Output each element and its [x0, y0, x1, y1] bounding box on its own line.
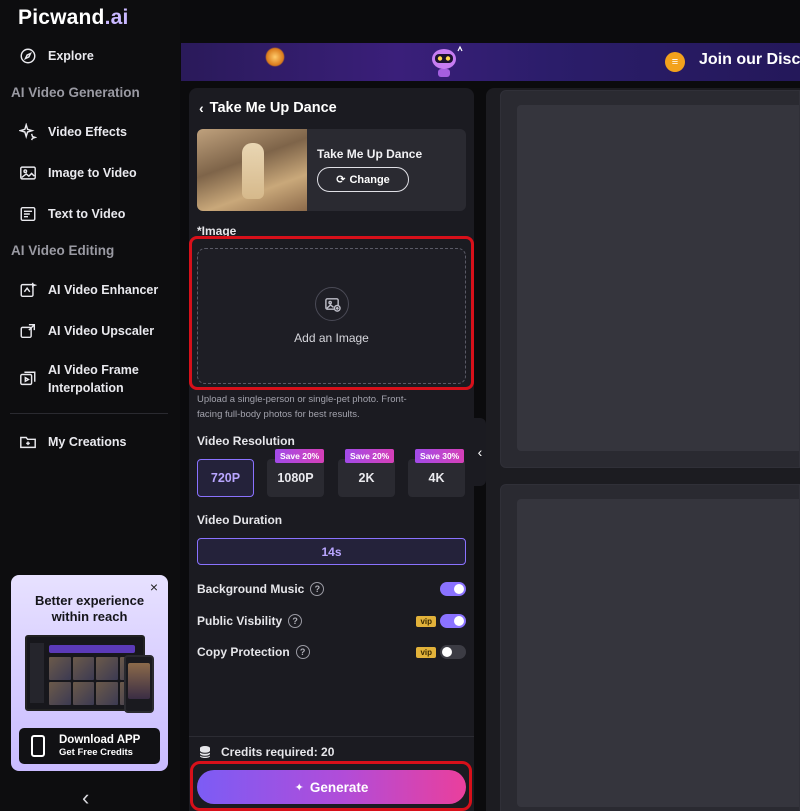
folder-icon: [18, 432, 38, 452]
resolution-label: Video Resolution: [197, 434, 295, 448]
resolution-720p[interactable]: 720P: [197, 459, 254, 497]
resolution-options: 720P 1080P 2K 4K Save 20% Save 20% Save …: [197, 449, 466, 499]
preview-card: [500, 484, 800, 811]
glow-decoration: [265, 47, 285, 67]
add-image-icon: [315, 287, 349, 321]
background-music-label: Background Music: [197, 582, 305, 596]
phone-icon: [31, 735, 45, 757]
duration-option-14s[interactable]: 14s: [197, 538, 466, 565]
public-visibility-toggle[interactable]: [440, 614, 466, 628]
sidebar-item-frame-interpolation[interactable]: AI Video Frame Interpolation: [0, 359, 180, 399]
banner-text: Join our Disc: [699, 51, 800, 68]
download-app-promo: × Better experience within reach Download…: [11, 575, 168, 771]
sidebar-item-image-to-video[interactable]: Image to Video: [0, 156, 180, 190]
logo[interactable]: Picwand.ai: [18, 6, 129, 30]
save-badge: Save 20%: [275, 449, 325, 463]
sidebar-divider: [10, 413, 168, 414]
add-image-label: Add an Image: [294, 331, 369, 345]
image-icon: [18, 163, 38, 183]
phone-mockup-image: [124, 655, 154, 713]
sidebar-item-my-creations[interactable]: My Creations: [0, 425, 180, 459]
help-icon[interactable]: ?: [310, 582, 325, 596]
sidebar-item-label: My Creations: [48, 435, 127, 449]
selected-effect-card: Take Me Up Dance ⟳ Change: [197, 129, 466, 211]
effect-settings-panel: ‹ Take Me Up Dance Take Me Up Dance ⟳ Ch…: [189, 88, 474, 811]
compass-icon: [18, 46, 38, 66]
vip-badge: vip: [416, 616, 436, 627]
robot-mascot-icon: [432, 45, 463, 77]
collapse-panel-icon[interactable]: ‹: [474, 418, 486, 486]
sidebar-item-text-to-video[interactable]: Text to Video: [0, 197, 180, 231]
credits-label: Credits required:: [221, 745, 318, 759]
sidebar-item-label: AI Video Upscaler: [48, 324, 155, 338]
section-title-generation: AI Video Generation: [11, 85, 140, 100]
background-music-toggle[interactable]: [440, 582, 466, 596]
sidebar-item-video-effects[interactable]: Video Effects: [0, 115, 180, 149]
enhance-icon: [18, 280, 38, 300]
refresh-icon: ⟳: [336, 174, 346, 186]
resolution-2k[interactable]: 2K: [338, 459, 395, 497]
text-doc-icon: [18, 204, 38, 224]
panel-title: Take Me Up Dance: [209, 100, 337, 116]
preview-area: [486, 88, 800, 811]
public-visibility-row: Public Visbility ? vip: [197, 611, 466, 631]
sparkle-icon: [18, 122, 38, 142]
chevron-left-icon: ‹: [199, 100, 204, 116]
sidebar: Picwand.ai Explore AI Video Generation V…: [0, 0, 180, 811]
preview-card: [500, 90, 800, 468]
generate-label: Generate: [309, 779, 369, 795]
change-effect-button[interactable]: ⟳ Change: [317, 167, 409, 192]
image-upload-dropzone[interactable]: Add an Image: [197, 248, 466, 384]
copy-protection-row: Copy Protection ? vip: [197, 642, 466, 662]
sidebar-item-label: Image to Video: [48, 166, 137, 180]
effect-name: Take Me Up Dance: [317, 147, 423, 161]
credits-value: 20: [321, 745, 335, 759]
promo-title: Better experience within reach: [34, 593, 145, 624]
resolution-4k[interactable]: 4K: [408, 459, 465, 497]
collapse-sidebar-icon[interactable]: ‹: [82, 787, 89, 809]
sidebar-item-label: AI Video Enhancer: [48, 283, 159, 297]
frames-icon: [18, 369, 38, 389]
sidebar-item-explore[interactable]: Explore: [0, 39, 180, 73]
coin-icon: ≡: [665, 52, 685, 72]
upload-hint: Upload a single-person or single-pet pho…: [197, 394, 407, 420]
save-badge: Save 30%: [415, 449, 465, 463]
upscale-icon: [18, 321, 38, 341]
sidebar-item-enhancer[interactable]: AI Video Enhancer: [0, 273, 180, 307]
change-label: Change: [349, 173, 390, 186]
resolution-1080p[interactable]: 1080P: [267, 459, 324, 497]
back-to-effects[interactable]: ‹ Take Me Up Dance: [199, 100, 337, 116]
sidebar-item-label: Video Effects: [48, 125, 127, 139]
section-title-editing: AI Video Editing: [11, 243, 115, 258]
duration-label: Video Duration: [197, 513, 283, 527]
generate-button[interactable]: ✦ Generate: [197, 770, 466, 804]
download-app-label: Download APP: [59, 733, 141, 746]
save-badge: Save 20%: [345, 449, 395, 463]
background-music-row: Background Music ?: [197, 579, 466, 599]
free-credits-label: Get Free Credits: [59, 746, 133, 758]
sidebar-item-upscaler[interactable]: AI Video Upscaler: [0, 314, 180, 348]
help-icon[interactable]: ?: [288, 614, 303, 628]
copy-protection-toggle[interactable]: [440, 645, 466, 659]
copy-protection-label: Copy Protection: [197, 645, 290, 659]
discord-banner[interactable]: ≡ Join our Disc: [181, 43, 800, 81]
sparkle-icon: ✦: [294, 781, 304, 794]
download-app-button[interactable]: Download APP Get Free Credits: [19, 728, 160, 764]
vip-badge: vip: [416, 647, 436, 658]
help-icon[interactable]: ?: [295, 645, 310, 659]
database-icon: [199, 746, 211, 758]
sidebar-item-label: Text to Video: [48, 207, 126, 221]
sidebar-item-label: AI Video Frame Interpolation: [48, 363, 139, 395]
app: Picwand.ai Explore AI Video Generation V…: [0, 0, 800, 811]
effect-thumbnail: [197, 129, 307, 211]
panel-divider: [189, 736, 474, 737]
public-visibility-label: Public Visbility: [197, 614, 283, 628]
credits-required: Credits required: 20: [199, 745, 334, 759]
sidebar-item-label: Explore: [48, 49, 94, 63]
